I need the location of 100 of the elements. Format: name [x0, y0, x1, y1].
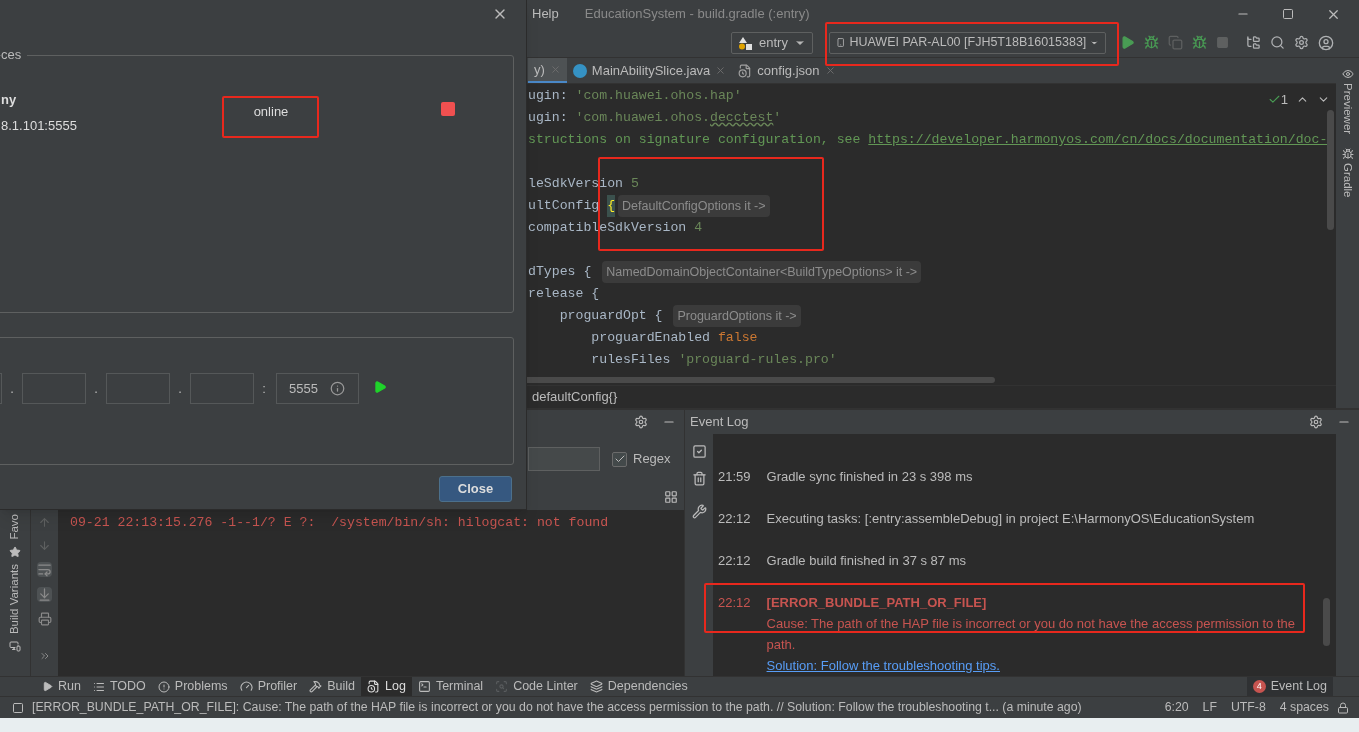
module-dropdown[interactable]: entry [731, 31, 813, 54]
trash-icon[interactable] [691, 471, 707, 486]
code-token: ugin: [528, 87, 569, 105]
tool-tab[interactable]: Build [303, 677, 361, 696]
device-name: ny [1, 91, 18, 109]
connect-icon[interactable] [373, 379, 387, 394]
close-button[interactable]: Close [439, 476, 512, 502]
code-token: release { [528, 285, 600, 303]
tool-window-button[interactable]: Gradle [1338, 148, 1357, 198]
more-icon[interactable] [38, 650, 51, 662]
tool-tab[interactable]: Dependencies [583, 677, 694, 696]
field-separator: . [177, 379, 183, 398]
bug-icon[interactable] [1192, 35, 1207, 50]
tool-window-button[interactable]: Build Variants [6, 563, 24, 652]
menu-item[interactable]: Help [532, 4, 559, 24]
scrollbar[interactable] [1327, 110, 1334, 230]
checkbox-icon[interactable] [691, 444, 707, 459]
editor-tab[interactable]: y) [528, 58, 567, 83]
wrench-icon[interactable] [691, 504, 707, 519]
indent-setting[interactable]: 4 spaces [1279, 698, 1329, 717]
event-time: 22:12 [718, 552, 751, 571]
alert-icon [157, 680, 170, 693]
phone-icon [836, 36, 846, 49]
tool-tab[interactable]: TODO [86, 677, 152, 696]
code-token: proguardEnabled [590, 329, 712, 347]
tool-tab[interactable]: Run [36, 677, 87, 696]
up-arrow-icon[interactable] [38, 516, 51, 529]
event-time: 22:12 [718, 510, 751, 529]
field-separator: . [9, 379, 15, 398]
wrap-icon[interactable] [37, 562, 52, 577]
lock-icon[interactable] [1337, 701, 1349, 714]
code-token: dTypes { [528, 263, 593, 281]
breadcrumb[interactable]: defaultConfig{} [532, 387, 618, 407]
tool-tab[interactable]: Problems [151, 677, 234, 696]
attach-icon[interactable] [1168, 35, 1183, 50]
inline-hint: ProguardOptions it -> [673, 305, 801, 327]
scroll-end-icon[interactable] [37, 587, 52, 602]
ip-field[interactable] [106, 373, 170, 404]
editor-tab[interactable]: MainAbilitySlice.java [566, 58, 733, 83]
code-token: 'com.huawei.ohos. [575, 109, 711, 127]
tool-tab[interactable]: Log [361, 677, 412, 696]
ip-field[interactable] [22, 373, 86, 404]
close-icon[interactable] [824, 65, 836, 76]
code-link[interactable]: https://developer.harmonyos.com/cn/docs/documentation/doc- [868, 129, 1328, 151]
bug-icon[interactable] [1144, 35, 1159, 50]
layout-icon[interactable] [664, 490, 678, 504]
device-dropdown[interactable]: HUAWEI PAR-AL00 [FJH5T18B16015383] [829, 31, 1106, 54]
down-arrow-icon[interactable] [38, 539, 51, 552]
disconnect-icon[interactable] [441, 101, 455, 116]
event-title: [ERROR_BUNDLE_PATH_OR_FILE] [766, 594, 988, 612]
tool-tab[interactable]: Code Linter [489, 677, 584, 696]
event-message: Cause: The path of the HAP file is incorrect or you do not have the access permission to the path. [766, 615, 1297, 654]
solution-link[interactable]: Solution: Follow the troubleshooting tips. [766, 655, 1312, 676]
file-encoding[interactable]: UTF-8 [1230, 698, 1266, 717]
settings-icon[interactable] [634, 415, 648, 429]
tool-tab[interactable]: Profiler [233, 677, 304, 696]
editor-tab[interactable]: config.json [732, 58, 842, 83]
code-token: { [607, 195, 616, 217]
status-message[interactable]: [ERROR_BUNDLE_PATH_OR_FILE]: Cause: The path of the HAP file is incorrect or you do not have the access permission to the path. // Solution: Follow the troubleshooting t... (a minute ago) [32, 698, 1082, 717]
field-separator: : [261, 379, 267, 398]
search-icon[interactable] [1270, 35, 1285, 50]
panel-toggle-icon[interactable] [12, 701, 24, 714]
tool-window-button[interactable]: Favo [6, 514, 24, 558]
event-time: 22:12 [718, 594, 751, 612]
print-icon[interactable] [37, 612, 52, 626]
code-token: decctest [710, 109, 774, 127]
account-icon[interactable] [1318, 34, 1334, 51]
settings-icon[interactable] [1294, 35, 1309, 50]
info-icon [329, 381, 345, 396]
code-token: structions on signature configuration, see [528, 131, 862, 149]
log-icon [367, 680, 380, 693]
port-field[interactable]: 5555 [276, 373, 359, 404]
device-status: online [252, 102, 290, 121]
run-icon[interactable] [1120, 35, 1135, 50]
code-token: false [717, 329, 758, 347]
inline-hint: DefaultConfigOptions it -> [618, 195, 770, 217]
ip-field[interactable] [190, 373, 254, 404]
tool-tab[interactable]: 4 Event Log [1246, 677, 1333, 696]
tool-window-button[interactable]: Previewer [1338, 68, 1357, 135]
tool-tab[interactable]: Terminal [411, 677, 490, 696]
folder-icon[interactable] [1246, 35, 1261, 50]
caret-position[interactable]: 6:20 [1164, 698, 1189, 717]
checkbox-label: Regex [633, 450, 671, 469]
regex-checkbox[interactable] [612, 451, 627, 467]
variants-icon [9, 639, 21, 652]
maximize-icon[interactable] [1282, 8, 1294, 20]
inspection-count[interactable]: 1 [1280, 90, 1288, 110]
code-token: 4 [694, 219, 703, 237]
line-ending[interactable]: LF [1202, 698, 1217, 717]
scrollbar[interactable] [1323, 598, 1330, 646]
hammer-icon [309, 680, 323, 693]
filter-field[interactable] [528, 447, 600, 471]
settings-icon[interactable] [1309, 415, 1323, 429]
star-icon [9, 545, 21, 558]
field-separator: . [93, 379, 99, 398]
stop-icon[interactable] [1216, 36, 1229, 49]
log-line: 09-21 22:13:15.276 -1--1/? E ?: /system/bin/sh: hilogcat: not found [70, 514, 610, 532]
event-message: Gradle sync finished in 23 s 398 ms [766, 468, 973, 487]
event-message: Executing tasks: [:entry:assembleDebug] in project E:\HarmonyOS\EducationSystem [766, 510, 1255, 529]
device-address: 8.1.101:5555 [1, 117, 78, 135]
